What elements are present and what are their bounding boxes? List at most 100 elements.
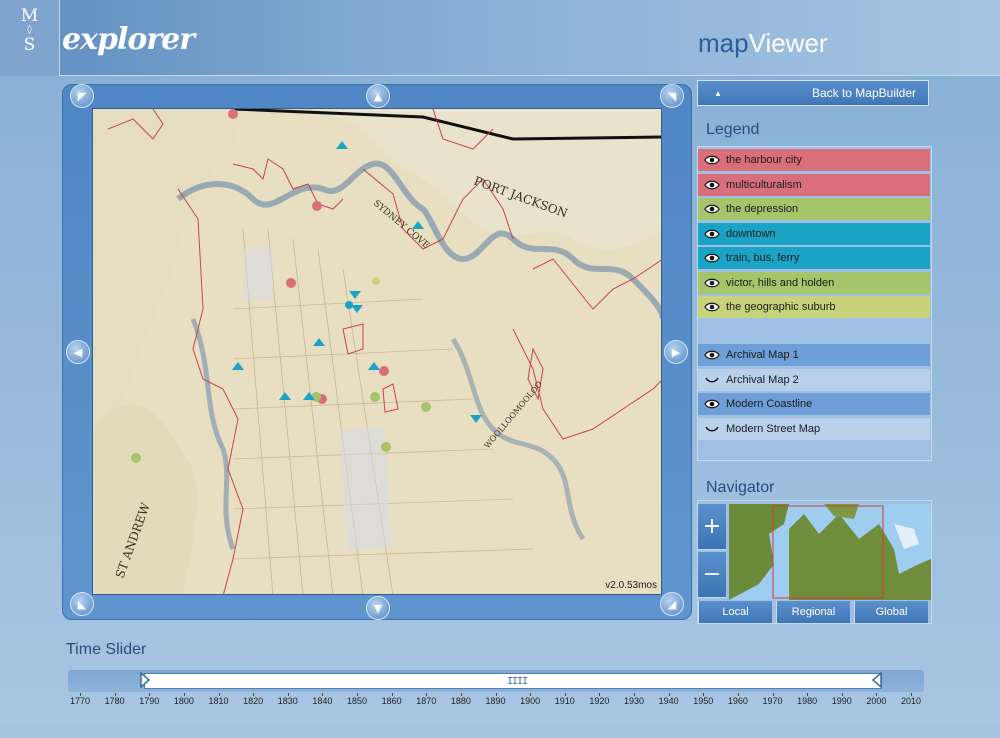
year-tick-label: 1780 — [104, 693, 125, 706]
year-tick-label: 1770 — [69, 693, 91, 706]
back-to-mapbuilder-button[interactable]: ▲ Back to MapBuilder — [697, 80, 929, 106]
eye-closed-icon[interactable] — [698, 369, 726, 391]
arrow-up-right-icon: ◥ — [667, 89, 677, 103]
legend-layer-row[interactable]: Modern Street Map — [698, 417, 930, 440]
year-tick-label: 1810 — [208, 693, 229, 706]
year-tick-label: 1960 — [727, 693, 748, 706]
year-tick-label: 1910 — [554, 693, 575, 706]
year-tick-label: 1880 — [450, 693, 471, 706]
legend-theme-label: the harbour city — [726, 154, 802, 166]
eye-icon[interactable] — [698, 149, 726, 171]
app-title-bold: Viewer — [748, 28, 828, 58]
eye-icon[interactable] — [698, 272, 726, 294]
pan-right-button[interactable]: ▶ — [664, 340, 688, 364]
year-tick-label: 1990 — [831, 693, 852, 706]
pan-down-left-button[interactable]: ◣ — [70, 592, 94, 616]
time-slider-track[interactable]: IIII — [68, 670, 924, 692]
brand-name: explorer — [62, 22, 195, 57]
logo-divider: ◊ — [27, 25, 32, 35]
time-slider-grip[interactable]: IIII — [507, 676, 528, 687]
triangle-up-icon: ▲ — [714, 88, 722, 98]
legend-theme-label: downtown — [726, 227, 776, 240]
legend-theme-label: victor, hills and holden — [726, 276, 835, 289]
year-tick-label: 1930 — [623, 693, 645, 706]
navigator-minimap[interactable] — [729, 504, 931, 600]
app-title: mapViewer — [698, 28, 828, 59]
arrow-down-right-icon: ◢ — [667, 597, 677, 611]
legend-theme-row[interactable]: the depression — [698, 198, 930, 220]
zoom-in-button[interactable]: + — [698, 504, 726, 550]
time-end-handle[interactable] — [872, 672, 882, 688]
year-tick-label: 1830 — [277, 693, 298, 706]
year-tick-label: 1820 — [243, 693, 264, 706]
nav-tab-global[interactable]: Global — [854, 601, 928, 623]
nav-tab-local[interactable]: Local — [698, 601, 772, 623]
eye-icon[interactable] — [698, 393, 726, 415]
year-tick-label: 1970 — [762, 693, 783, 706]
eye-icon[interactable] — [698, 198, 726, 220]
time-start-handle[interactable] — [140, 672, 150, 688]
app-title-light: map — [698, 28, 749, 58]
time-slider-title: Time Slider — [66, 641, 147, 658]
pan-up-button[interactable]: ▲ — [366, 84, 390, 108]
year-tick-label: 1790 — [139, 693, 160, 706]
legend-layer-label: Archival Map 1 — [726, 349, 799, 361]
year-tick-label: 1860 — [381, 693, 402, 706]
legend-layer-row[interactable]: Modern Coastline — [698, 393, 930, 415]
zoom-out-button[interactable]: − — [698, 552, 726, 598]
legend-theme-row[interactable]: victor, hills and holden — [698, 271, 930, 294]
arrow-up-icon: ▲ — [373, 89, 383, 103]
year-tick-label: 1920 — [589, 693, 610, 706]
legend-theme-label: train, bus, ferry — [726, 252, 800, 264]
year-tick-label: 2000 — [866, 693, 887, 706]
year-tick-label: 1800 — [173, 693, 194, 706]
year-tick-label: 1890 — [485, 693, 506, 706]
year-tick-label: 2010 — [900, 693, 922, 706]
pan-down-right-button[interactable]: ◢ — [660, 592, 684, 616]
app-header: M ◊ S explorer mapViewer — [0, 0, 1000, 76]
eye-icon[interactable] — [698, 296, 726, 318]
eye-icon[interactable] — [698, 344, 726, 366]
legend-theme-row[interactable]: train, bus, ferry — [698, 247, 930, 269]
year-tick-label: 1900 — [520, 693, 541, 706]
arrow-left-icon: ◀ — [73, 345, 83, 359]
year-tick-label: 1940 — [658, 693, 679, 706]
pan-up-right-button[interactable]: ◥ — [660, 84, 684, 108]
year-tick-label: 1950 — [693, 693, 714, 706]
year-tick-label: 1840 — [312, 693, 333, 706]
eye-icon[interactable] — [698, 174, 726, 196]
archival-map-image: SYDNEY COVE PORT JACKSON ST ANDREW WOOLL… — [93, 109, 661, 594]
legend-title: Legend — [706, 121, 760, 138]
map-canvas[interactable]: SYDNEY COVE PORT JACKSON ST ANDREW WOOLL… — [92, 108, 662, 595]
legend-layer-row[interactable]: Archival Map 1 — [698, 344, 930, 366]
pan-up-left-button[interactable]: ◤ — [70, 84, 94, 108]
eye-closed-icon[interactable] — [698, 418, 726, 440]
legend-theme-row[interactable]: the harbour city — [698, 149, 930, 171]
legend-theme-label: multiculturalism — [726, 178, 802, 191]
time-slider-range[interactable]: IIII — [144, 673, 882, 689]
version-label: v2.0.53mos — [605, 580, 657, 591]
pan-down-button[interactable]: ▼ — [366, 596, 390, 620]
legend-theme-row[interactable]: multiculturalism — [698, 173, 930, 196]
legend-layer-label: Modern Coastline — [726, 398, 813, 410]
year-tick-label: 1850 — [346, 693, 368, 706]
legend-theme-row[interactable]: downtown — [698, 222, 930, 245]
legend-theme-label: the depression — [726, 203, 799, 215]
legend-layer-label: Modern Street Map — [726, 422, 821, 435]
minimap-image — [729, 504, 931, 600]
legend-layer-label: Archival Map 2 — [726, 373, 799, 386]
time-slider-ticks: 1770 1780 1790 1800 1810 1820 1830 1840 1850 1860… — [68, 693, 924, 714]
arrow-down-icon: ▼ — [373, 601, 383, 615]
legend-theme-row[interactable]: the geographic suburb — [698, 296, 930, 318]
eye-icon[interactable] — [698, 223, 726, 245]
navigator-title: Navigator — [706, 479, 775, 496]
arrow-down-left-icon: ◣ — [77, 597, 87, 611]
eye-icon[interactable] — [698, 247, 726, 269]
arrow-up-left-icon: ◤ — [77, 89, 87, 103]
legend-theme-label: the geographic suburb — [726, 301, 836, 313]
legend-layer-row[interactable]: Archival Map 2 — [698, 368, 930, 391]
navigator-panel: + − Local Regional Global — [697, 500, 932, 624]
nav-tab-regional[interactable]: Regional — [776, 601, 850, 623]
pan-left-button[interactable]: ◀ — [66, 340, 90, 364]
ms-logo: M ◊ S — [0, 0, 60, 76]
